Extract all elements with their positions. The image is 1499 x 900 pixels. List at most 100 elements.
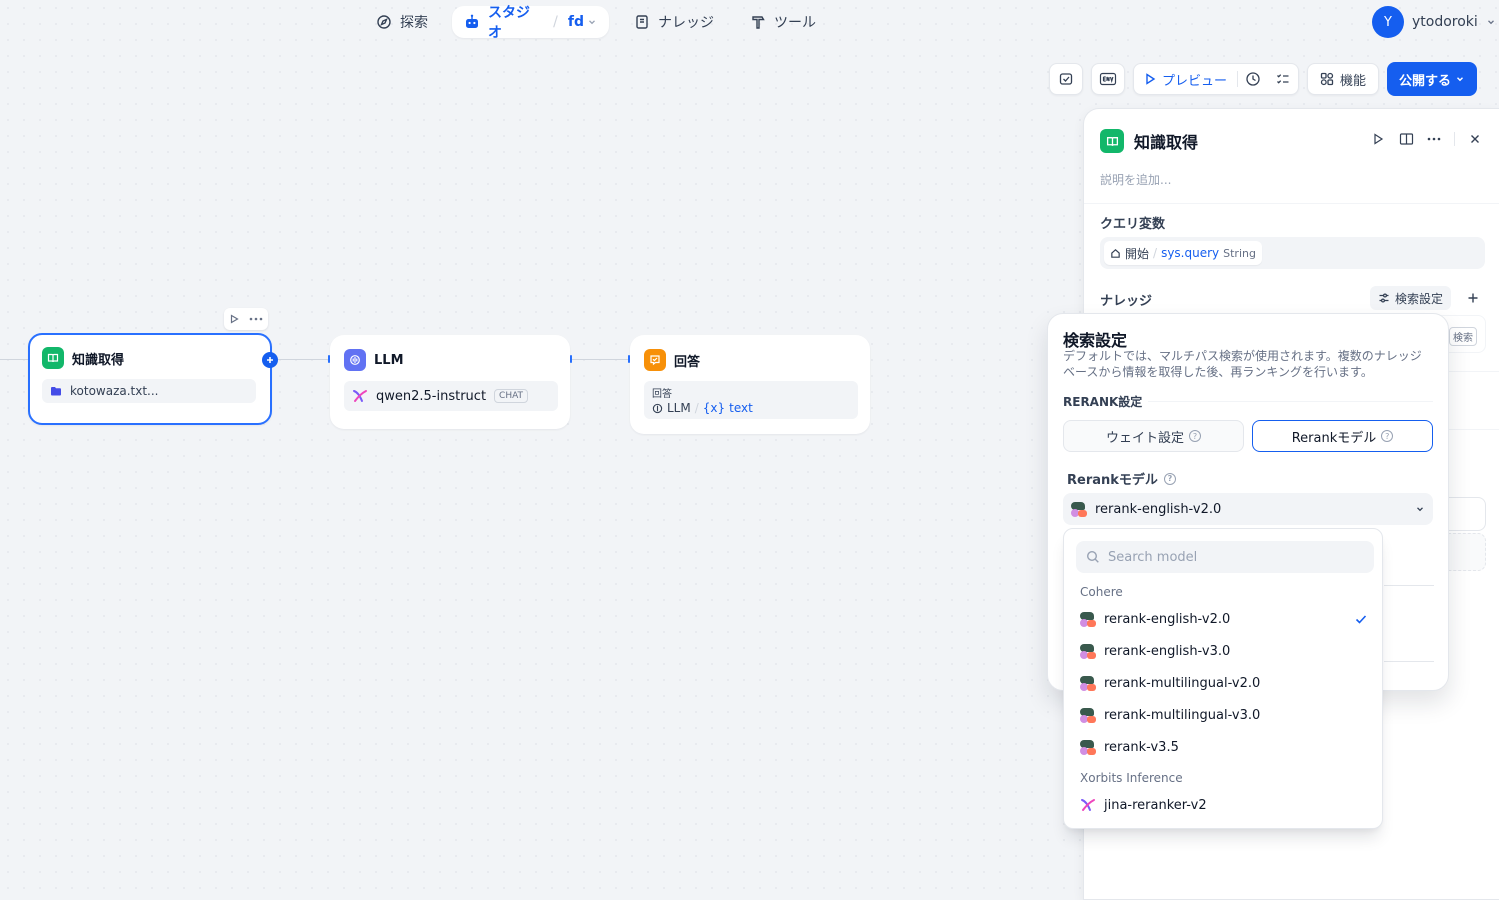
weight-settings-tab[interactable]: ウェイト設定 ? — [1063, 420, 1244, 452]
settings-sliders-icon — [1378, 292, 1390, 304]
output-handle[interactable] — [570, 355, 572, 363]
chevron-down-icon — [1486, 17, 1496, 27]
cohere-icon — [1080, 675, 1096, 691]
workflow-toolbar: プレビュー 機能 公開する — [1049, 62, 1478, 96]
app-switcher[interactable]: fd — [568, 14, 597, 30]
help-icon[interactable]: ? — [1381, 430, 1394, 442]
add-knowledge-button[interactable] — [1464, 289, 1482, 307]
plus-icon — [265, 355, 275, 365]
model-option[interactable]: rerank-english-v2.0 — [1072, 604, 1376, 634]
nav-tools-label: ツール — [774, 15, 816, 31]
query-variable-chip: 開始 / sys.query String — [1104, 241, 1262, 265]
model-option[interactable]: rerank-english-v3.0 — [1072, 636, 1376, 666]
close-icon[interactable] — [1467, 131, 1483, 147]
query-variable-title: クエリ変数 — [1100, 217, 1166, 232]
query-node: 開始 — [1125, 246, 1150, 261]
node-answer[interactable]: 回答 回答 LLM / {x} text — [630, 335, 870, 434]
preview-button[interactable]: プレビュー — [1134, 64, 1237, 94]
cohere-icon — [1080, 611, 1096, 627]
model-option-label: rerank-english-v2.0 — [1104, 611, 1231, 627]
folder-icon — [50, 385, 62, 397]
chevron-down-icon — [1455, 74, 1465, 84]
xinference-icon — [352, 388, 368, 404]
model-option[interactable]: rerank-v3.5 — [1072, 732, 1376, 762]
rerank-model-label-text: Rerankモデル — [1067, 473, 1158, 488]
more-icon[interactable] — [1426, 131, 1442, 147]
top-nav: 探索 スタジオ / fd ナレッジ ツール Y ytodoroki — [0, 0, 1499, 44]
panel-title[interactable]: 知識取得 — [1134, 129, 1198, 153]
node-title: LLM — [374, 352, 404, 368]
search-icon — [1086, 550, 1100, 564]
description-input[interactable]: 説明を追加... — [1100, 171, 1171, 188]
docs-icon[interactable] — [1398, 131, 1414, 147]
node-header: 知識取得 — [30, 335, 270, 369]
edge — [571, 359, 629, 360]
provider-label: Xorbits Inference — [1080, 771, 1183, 785]
rerank-settings-label: RERANK設定 — [1063, 395, 1143, 409]
rerank-model-tab-label: Rerankモデル — [1291, 430, 1377, 446]
nav-knowledge[interactable]: ナレッジ — [622, 6, 726, 38]
divider — [1084, 203, 1499, 204]
path-separator: / — [1153, 246, 1158, 260]
cohere-icon — [1071, 501, 1087, 517]
book-open-icon — [1100, 129, 1124, 153]
answer-label: 回答 — [652, 389, 672, 400]
cohere-icon — [1080, 707, 1096, 723]
nav-tools[interactable]: ツール — [738, 6, 828, 38]
node-quick-actions — [224, 308, 268, 330]
rerank-model-tab[interactable]: Rerankモデル ? — [1252, 420, 1433, 452]
panel-header: 知識取得 — [1100, 129, 1198, 153]
rerank-model-select[interactable]: rerank-english-v2.0 — [1063, 493, 1433, 525]
path-separator: / — [694, 401, 699, 415]
preview-group: プレビュー — [1133, 63, 1300, 95]
model-search[interactable] — [1076, 541, 1374, 573]
variable-name: text — [729, 401, 753, 415]
nav-studio-label: スタジオ — [488, 5, 530, 41]
run-node-icon[interactable] — [229, 314, 239, 324]
node-header: 回答 — [632, 337, 868, 371]
node-title: 回答 — [674, 354, 701, 370]
chevron-down-icon — [587, 17, 597, 27]
add-node-button[interactable] — [262, 352, 278, 368]
plus-icon — [1467, 292, 1479, 304]
user-menu[interactable]: Y ytodoroki — [1372, 6, 1496, 38]
run-step-icon[interactable] — [1370, 131, 1386, 147]
help-icon[interactable]: ? — [1189, 430, 1201, 442]
node-llm[interactable]: LLM qwen2.5-instruct CHAT — [330, 335, 570, 429]
features-button[interactable]: 機能 — [1307, 63, 1380, 95]
nav-knowledge-label: ナレッジ — [658, 15, 714, 31]
model-option[interactable]: rerank-multilingual-v3.0 — [1072, 700, 1376, 730]
query-variable-selector[interactable]: 開始 / sys.query String — [1100, 237, 1485, 269]
retrieval-mode-badge: 検索 — [1449, 327, 1477, 346]
divider — [1384, 661, 1434, 662]
node-knowledge-retrieval[interactable]: 知識取得 kotowaza.txt... — [28, 333, 272, 425]
checklist-panel-button[interactable] — [1268, 64, 1298, 94]
node-header: LLM — [332, 337, 568, 371]
play-icon — [1144, 73, 1156, 85]
mode-badge: CHAT — [494, 389, 529, 403]
more-icon[interactable] — [249, 317, 263, 321]
publish-button[interactable]: 公開する — [1387, 62, 1478, 96]
model-option[interactable]: jina-reranker-v2 — [1072, 790, 1376, 820]
env-button[interactable] — [1091, 63, 1125, 95]
divider — [1148, 401, 1433, 402]
model-option[interactable]: rerank-multilingual-v2.0 — [1072, 668, 1376, 698]
search-input[interactable] — [1108, 549, 1358, 565]
nav-explore[interactable]: 探索 — [364, 6, 440, 38]
book-icon — [634, 14, 650, 30]
user-name: ytodoroki — [1412, 14, 1478, 30]
model-dropdown: Cohere rerank-english-v2.0 rerank-englis… — [1063, 528, 1383, 829]
model-option-label: rerank-multilingual-v3.0 — [1104, 707, 1261, 723]
retrieval-settings-button[interactable]: 検索設定 — [1370, 286, 1452, 310]
edge — [0, 359, 28, 360]
checklist-button[interactable] — [1049, 63, 1083, 95]
avatar: Y — [1372, 6, 1404, 38]
chevron-down-icon — [1415, 504, 1425, 514]
nav-studio[interactable]: スタジオ / fd — [452, 5, 609, 41]
help-icon[interactable]: ? — [1163, 472, 1176, 485]
app-name: fd — [567, 14, 584, 30]
model-name: qwen2.5-instruct — [376, 388, 487, 404]
home-icon — [1110, 248, 1121, 259]
dataset-name: kotowaza.txt... — [70, 384, 159, 398]
history-button[interactable] — [1238, 64, 1268, 94]
